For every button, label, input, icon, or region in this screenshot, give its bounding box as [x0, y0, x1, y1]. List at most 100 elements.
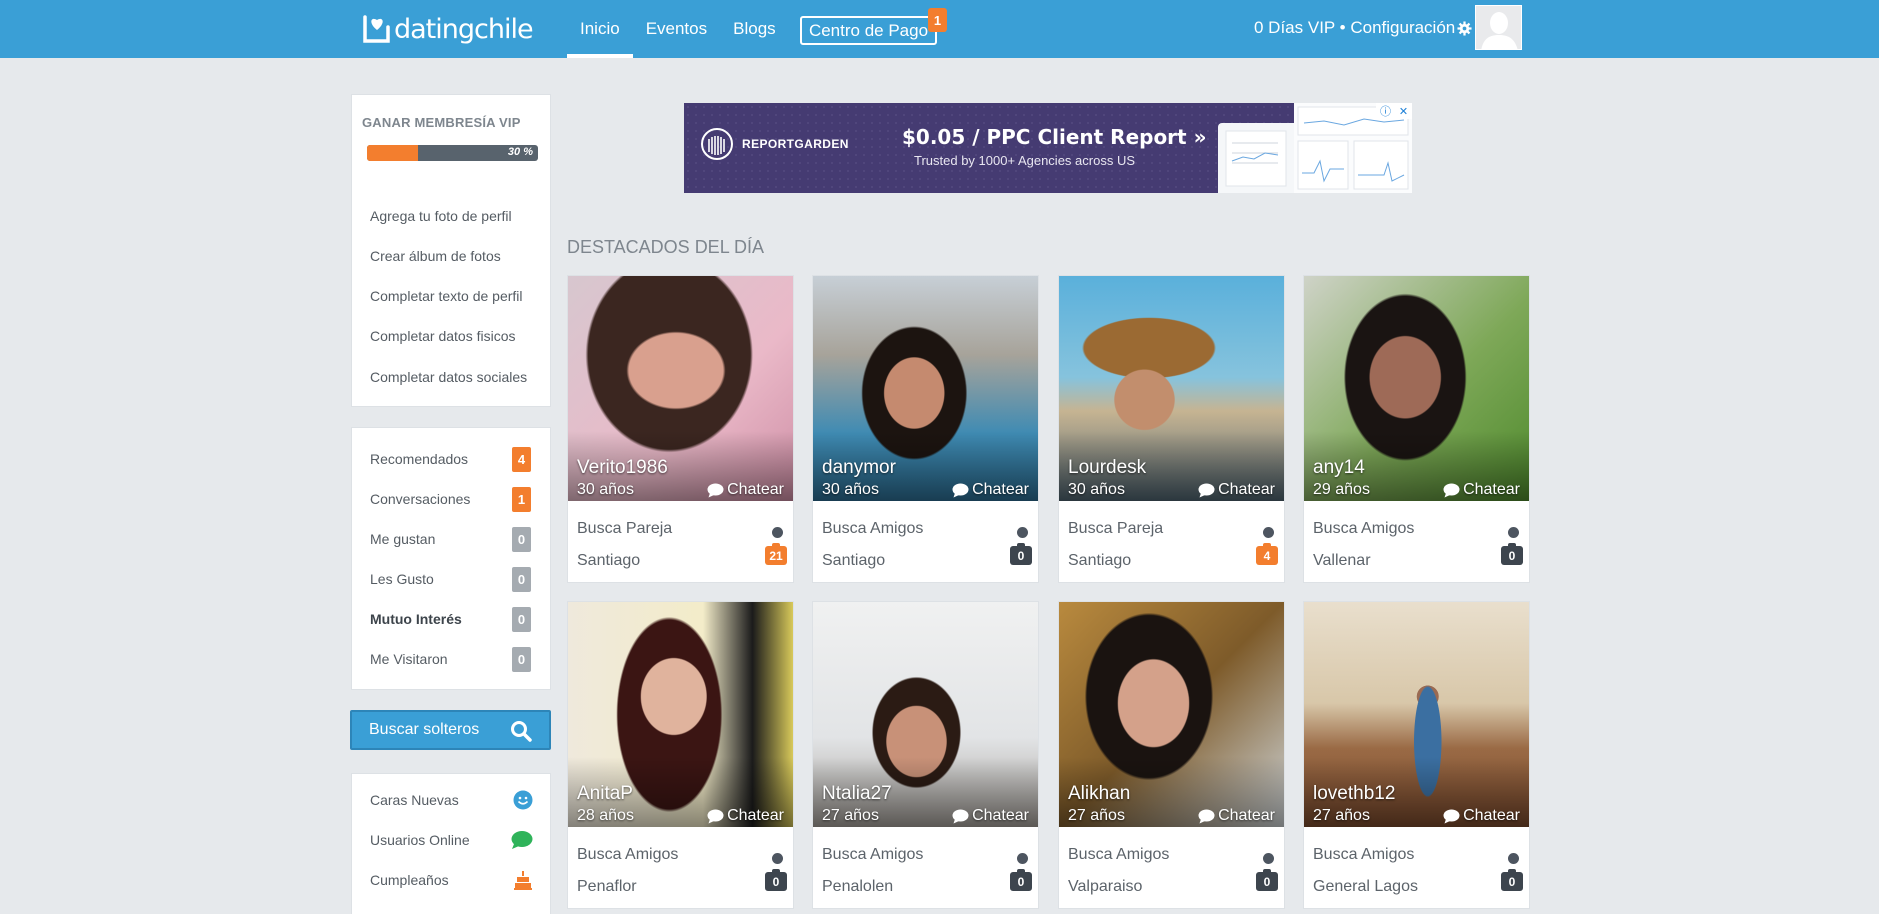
camera-icon[interactable]: 0 [1010, 869, 1032, 891]
cake-icon [514, 871, 532, 890]
profile-name[interactable]: Verito1986 [577, 457, 668, 479]
camera-icon[interactable]: 21 [765, 543, 787, 565]
profile-city: Penaflor [577, 878, 637, 895]
camera-icon[interactable]: 0 [765, 869, 787, 891]
chat-button[interactable]: Chatear [1443, 807, 1520, 825]
sidebar-item-les-gusto[interactable]: Les Gusto 0 [370, 566, 531, 592]
profile-card[interactable]: Verito1986 30 años Chatear Busca Pareja Sant… [567, 275, 794, 583]
smiley-icon [513, 790, 533, 810]
chat-button[interactable]: Chatear [707, 807, 784, 825]
ad-controls: ⓘ ✕ [1376, 103, 1412, 119]
profile-photo[interactable]: any14 29 años Chatear [1304, 276, 1529, 501]
task-complete-physical-data[interactable]: Completar datos fisicos [370, 328, 516, 344]
sidebar-item-label: Les Gusto [370, 571, 434, 587]
payment-center-button[interactable]: Centro de Pago [800, 16, 937, 45]
profile-photo[interactable]: danymor 30 años Chatear [813, 276, 1038, 501]
chat-bubble-icon [707, 483, 724, 497]
chat-label: Chatear [1463, 807, 1520, 824]
profile-name[interactable]: Ntalia27 [822, 783, 892, 805]
vip-progress-label: 30 % [507, 146, 533, 158]
search-singles-button[interactable]: Buscar solteros [350, 710, 551, 750]
task-complete-social-data[interactable]: Completar datos sociales [370, 369, 527, 385]
online-status-dot [772, 527, 783, 538]
chat-button[interactable]: Chatear [1443, 481, 1520, 499]
sidebar-item-cumpleanos[interactable]: Cumpleaños [370, 867, 533, 893]
vip-settings-link[interactable]: 0 Días VIP • Configuración [1254, 18, 1472, 38]
sidebar-item-recomendados[interactable]: Recomendados 4 [370, 446, 531, 472]
profile-card[interactable]: lovethb12 27 años Chatear Busca Amigos Gener… [1303, 601, 1530, 909]
sidebar-item-me-gustan[interactable]: Me gustan 0 [370, 526, 531, 552]
task-add-profile-photo[interactable]: Agrega tu foto de perfil [370, 208, 512, 224]
camera-icon[interactable]: 0 [1501, 543, 1523, 565]
sidebar-item-me-visitaron[interactable]: Me Visitaron 0 [370, 646, 531, 672]
profile-name[interactable]: AnitaP [577, 783, 633, 805]
camera-icon[interactable]: 0 [1010, 543, 1032, 565]
profile-name[interactable]: Alikhan [1068, 783, 1130, 805]
chat-bubble-icon [1443, 809, 1460, 823]
nav-blogs[interactable]: Blogs [720, 0, 789, 58]
chat-label: Chatear [972, 481, 1029, 498]
profile-name[interactable]: Lourdesk [1068, 457, 1146, 479]
profile-city: Santiago [577, 552, 641, 569]
profile-age: 28 años [577, 807, 634, 824]
ad-headline: $0.05 / PPC Client Report » [902, 125, 1207, 149]
profile-name[interactable]: any14 [1313, 457, 1365, 479]
chat-button[interactable]: Chatear [1198, 807, 1275, 825]
profile-city: Santiago [1068, 552, 1132, 569]
profile-card[interactable]: Ntalia27 27 años Chatear Busca Amigos Penalo… [812, 601, 1039, 909]
chat-button[interactable]: Chatear [952, 481, 1029, 499]
site-logo[interactable]: datingchile [362, 9, 534, 49]
featured-section-title: DESTACADOS DEL DÍA [567, 237, 765, 257]
count-badge: 0 [512, 526, 531, 552]
profile-card[interactable]: Alikhan 27 años Chatear Busca Amigos Valpara… [1058, 601, 1285, 909]
ad-info-icon[interactable]: ⓘ [1380, 103, 1391, 119]
chat-label: Chatear [727, 807, 784, 824]
nav-eventos[interactable]: Eventos [633, 0, 720, 58]
close-icon[interactable]: ✕ [1399, 105, 1408, 118]
vip-progress-bar: 30 % [367, 145, 538, 161]
chat-bubble-icon [952, 483, 969, 497]
chat-button[interactable]: Chatear [1198, 481, 1275, 499]
profile-name[interactable]: lovethb12 [1313, 783, 1395, 805]
sidebar-item-usuarios-online[interactable]: Usuarios Online [370, 827, 533, 853]
chat-bubble-icon [707, 809, 724, 823]
profile-city: Vallenar [1313, 552, 1371, 569]
user-avatar[interactable] [1475, 5, 1522, 50]
profile-photo[interactable]: AnitaP 28 años Chatear [568, 602, 793, 827]
vip-title: GANAR MEMBRESÍA VIP [362, 115, 521, 130]
profile-photo[interactable]: Lourdesk 30 años Chatear [1059, 276, 1284, 501]
task-complete-profile-text[interactable]: Completar texto de perfil [370, 288, 523, 304]
profile-age: 27 años [822, 807, 879, 824]
sidebar-item-mutuo-interes[interactable]: Mutuo Interés 0 [370, 606, 531, 632]
online-status-dot [1263, 853, 1274, 864]
camera-icon[interactable]: 4 [1256, 543, 1278, 565]
chat-bubble-icon [952, 809, 969, 823]
chat-button[interactable]: Chatear [952, 807, 1029, 825]
heart-logo-icon [363, 15, 390, 43]
chat-bubble-icon [1198, 809, 1215, 823]
profile-photo[interactable]: Alikhan 27 años Chatear [1059, 602, 1284, 827]
chat-button[interactable]: Chatear [707, 481, 784, 499]
profile-city: Santiago [822, 552, 886, 569]
sidebar-item-conversaciones[interactable]: Conversaciones 1 [370, 486, 531, 512]
chat-label: Chatear [1218, 807, 1275, 824]
profile-seeking: Busca Amigos [1313, 520, 1415, 537]
camera-icon[interactable]: 0 [1501, 869, 1523, 891]
ad-banner[interactable]: REPORTGARDEN $0.05 / PPC Client Report »… [684, 103, 1412, 193]
nav-inicio[interactable]: Inicio [567, 0, 633, 58]
profile-photo[interactable]: Ntalia27 27 años Chatear [813, 602, 1038, 827]
online-status-dot [772, 853, 783, 864]
profile-card[interactable]: Lourdesk 30 años Chatear Busca Pareja Santia… [1058, 275, 1285, 583]
profile-name[interactable]: danymor [822, 457, 896, 479]
sidebar-item-caras-nuevas[interactable]: Caras Nuevas [370, 787, 533, 813]
profile-photo[interactable]: lovethb12 27 años Chatear [1304, 602, 1529, 827]
chat-label: Chatear [1218, 481, 1275, 498]
profile-card[interactable]: AnitaP 28 años Chatear Busca Amigos Penaflor… [567, 601, 794, 909]
sidebar-item-label: Caras Nuevas [370, 792, 459, 808]
profile-card[interactable]: any14 29 años Chatear Busca Amigos Vallenar 0 [1303, 275, 1530, 583]
camera-icon[interactable]: 0 [1256, 869, 1278, 891]
top-navbar: datingchile Inicio Eventos Blogs Centro … [0, 0, 1879, 58]
task-create-photo-album[interactable]: Crear álbum de fotos [370, 248, 501, 264]
profile-card[interactable]: danymor 30 años Chatear Busca Amigos Santiag… [812, 275, 1039, 583]
profile-photo[interactable]: Verito1986 30 años Chatear [568, 276, 793, 501]
